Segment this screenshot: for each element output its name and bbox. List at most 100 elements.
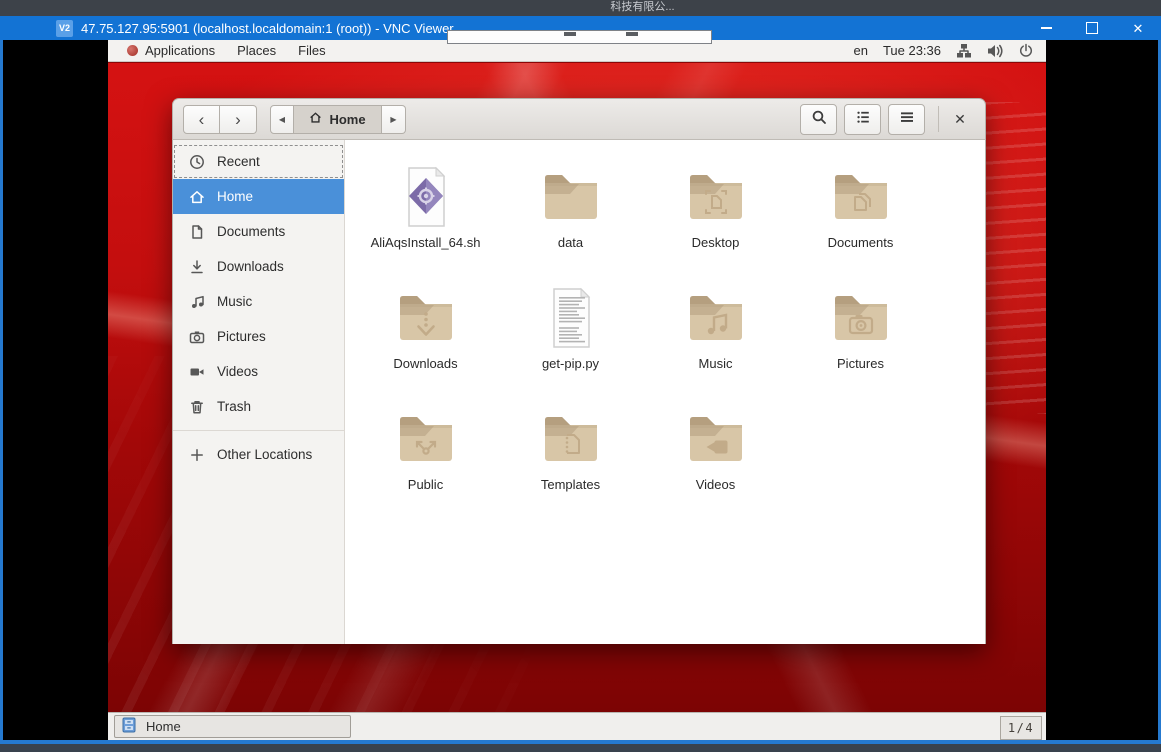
volume-icon[interactable] bbox=[987, 43, 1003, 59]
video-camera-icon bbox=[188, 364, 205, 380]
sidebar-item-label: Downloads bbox=[217, 259, 284, 274]
file-item-data[interactable]: data bbox=[498, 165, 643, 286]
files-menu[interactable]: Files bbox=[287, 43, 336, 58]
file-item-label: Downloads bbox=[393, 357, 457, 372]
minimize-icon bbox=[1041, 27, 1052, 29]
sidebar-item-music[interactable]: Music bbox=[173, 284, 344, 319]
close-button[interactable]: ✕ bbox=[1115, 16, 1161, 40]
sidebar-item-label: Home bbox=[217, 189, 253, 204]
sidebar-item-label: Trash bbox=[217, 399, 251, 414]
sidebar-item-home[interactable]: Home bbox=[173, 179, 344, 214]
toolbar-peek-mark bbox=[564, 32, 576, 36]
folder-public-icon bbox=[394, 407, 458, 471]
taskbar-window-label: Home bbox=[146, 719, 181, 734]
letterbox-left bbox=[3, 40, 108, 740]
path-scroll-left-button[interactable]: ◀ bbox=[270, 105, 294, 134]
file-manager-headerbar[interactable]: ‹ › ◀ Home ▶ bbox=[172, 98, 986, 140]
remote-desktop: Applications Places Files en Tue 23:36 bbox=[108, 40, 1046, 740]
forward-button[interactable]: › bbox=[220, 105, 257, 134]
file-item-downloads[interactable]: Downloads bbox=[353, 286, 498, 407]
applications-menu[interactable]: Applications bbox=[116, 43, 226, 58]
sidebar-item-recent[interactable]: Recent bbox=[173, 144, 344, 179]
back-button[interactable]: ‹ bbox=[183, 105, 220, 134]
recent-clock-icon bbox=[188, 154, 205, 170]
files-menu-label: Files bbox=[298, 43, 325, 58]
folder-pictures-icon bbox=[829, 286, 893, 350]
sidebar-item-label: Music bbox=[217, 294, 252, 309]
file-item-public[interactable]: Public bbox=[353, 407, 498, 528]
window-close-button[interactable]: ✕ bbox=[945, 104, 975, 135]
sidebar-item-pictures[interactable]: Pictures bbox=[173, 319, 344, 354]
maximize-button[interactable] bbox=[1069, 16, 1115, 40]
clock[interactable]: Tue 23:36 bbox=[883, 43, 941, 58]
window-list-taskbar: Home 1/4 bbox=[108, 712, 1046, 740]
camera-icon bbox=[188, 329, 205, 345]
vnc-toolbar-peek[interactable] bbox=[447, 30, 712, 44]
network-icon[interactable] bbox=[956, 43, 972, 59]
list-view-icon bbox=[855, 109, 871, 130]
forward-icon: › bbox=[235, 111, 241, 128]
file-item-videos[interactable]: Videos bbox=[643, 407, 788, 528]
file-item-label: data bbox=[558, 236, 583, 251]
list-view-button[interactable] bbox=[844, 104, 881, 135]
sidebar-item-label: Other Locations bbox=[217, 447, 312, 462]
folder-plain-icon bbox=[539, 165, 603, 229]
file-item-label: Templates bbox=[541, 478, 600, 493]
hamburger-menu-icon bbox=[899, 109, 915, 130]
sidebar-item-downloads[interactable]: Downloads bbox=[173, 249, 344, 284]
applications-menu-icon bbox=[127, 45, 138, 56]
sidebar-item-trash[interactable]: Trash bbox=[173, 389, 344, 424]
file-item-desktop[interactable]: Desktop bbox=[643, 165, 788, 286]
file-item-aliaqsinstall-64-sh[interactable]: AliAqsInstall_64.sh bbox=[353, 165, 498, 286]
file-item-documents[interactable]: Documents bbox=[788, 165, 933, 286]
background-window-titlebar: 科技有限公... bbox=[0, 0, 1161, 16]
toolbar-peek-mark bbox=[626, 32, 638, 36]
folder-music-icon bbox=[684, 286, 748, 350]
close-icon: ✕ bbox=[1133, 22, 1144, 35]
places-menu-label: Places bbox=[237, 43, 276, 58]
power-icon[interactable] bbox=[1018, 43, 1034, 59]
sidebar-separator bbox=[173, 430, 344, 431]
vnc-frame-border bbox=[0, 740, 1161, 744]
shell-script-file-icon bbox=[394, 165, 458, 229]
sidebar-item-other-locations[interactable]: Other Locations bbox=[173, 437, 344, 472]
file-item-templates[interactable]: Templates bbox=[498, 407, 643, 528]
keyboard-layout-indicator[interactable]: en bbox=[853, 43, 867, 58]
file-item-get-pip-py[interactable]: get-pip.py bbox=[498, 286, 643, 407]
current-location-button[interactable]: Home bbox=[294, 105, 382, 134]
file-item-label: Public bbox=[408, 478, 443, 493]
places-menu[interactable]: Places bbox=[226, 43, 287, 58]
workspace-indicator[interactable]: 1/4 bbox=[1000, 716, 1042, 740]
sidebar-item-videos[interactable]: Videos bbox=[173, 354, 344, 389]
file-item-music[interactable]: Music bbox=[643, 286, 788, 407]
background-window-title: 科技有限公... bbox=[610, 0, 674, 16]
plus-icon bbox=[188, 447, 205, 463]
sidebar-item-label: Documents bbox=[217, 224, 285, 239]
document-icon bbox=[188, 224, 205, 240]
file-item-label: Documents bbox=[828, 236, 894, 251]
letterbox-right bbox=[1046, 40, 1158, 740]
sidebar-item-documents[interactable]: Documents bbox=[173, 214, 344, 249]
file-cabinet-icon bbox=[121, 717, 137, 736]
search-button[interactable] bbox=[800, 104, 837, 135]
home-icon bbox=[188, 189, 205, 205]
vnc-viewer-window: 科技有限公... V2 47.75.127.95:5901 (localhost… bbox=[0, 0, 1161, 752]
path-scroll-right-button[interactable]: ▶ bbox=[382, 105, 406, 134]
places-sidebar: Recent Home Documents Downloads Music Pi… bbox=[173, 140, 345, 644]
search-icon bbox=[811, 109, 827, 130]
minimize-button[interactable] bbox=[1023, 16, 1069, 40]
file-grid[interactable]: AliAqsInstall_64.sh data Desktop Documen… bbox=[345, 140, 985, 644]
desktop-wallpaper: ‹ › ◀ Home ▶ bbox=[108, 62, 1046, 713]
text-file-icon bbox=[539, 286, 603, 350]
trash-icon bbox=[188, 399, 205, 415]
current-location-label: Home bbox=[329, 112, 365, 127]
vnc-window-title: 47.75.127.95:5901 (localhost.localdomain… bbox=[81, 21, 454, 36]
file-manager-window: ‹ › ◀ Home ▶ bbox=[172, 98, 986, 644]
maximize-icon bbox=[1086, 22, 1098, 34]
file-item-pictures[interactable]: Pictures bbox=[788, 286, 933, 407]
back-icon: ‹ bbox=[199, 111, 205, 128]
file-item-label: AliAqsInstall_64.sh bbox=[371, 236, 481, 251]
sidebar-item-label: Videos bbox=[217, 364, 258, 379]
menu-button[interactable] bbox=[888, 104, 925, 135]
taskbar-window-button-home[interactable]: Home bbox=[114, 715, 351, 738]
